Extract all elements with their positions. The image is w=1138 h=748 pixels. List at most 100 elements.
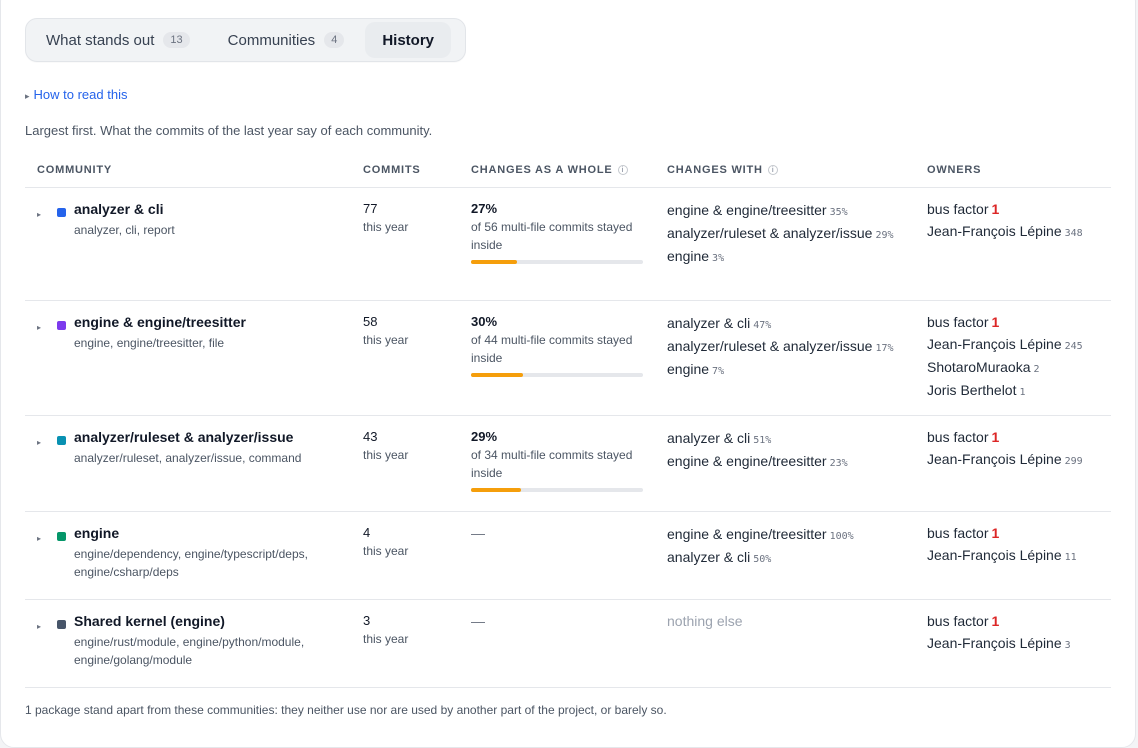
view-tabs: What stands out 13 Communities 4 History — [25, 18, 466, 62]
community-name: analyzer & cli — [74, 200, 164, 217]
coupling-percent: 17% — [875, 342, 894, 354]
community-color-swatch — [57, 435, 66, 445]
coupling-percent: 29% — [875, 229, 894, 241]
coupling-percent: 50% — [753, 553, 772, 565]
tab-label: Communities — [227, 31, 316, 49]
stayed-inside-bar — [471, 259, 643, 264]
owner-entry: Jean-François Lépine 299 — [927, 450, 1083, 467]
table-row[interactable]: ▸ analyzer & cli analyzer, cli, report 7… — [25, 187, 1111, 301]
table-row[interactable]: ▸ analyzer/ruleset & analyzer/issue anal… — [25, 415, 1111, 512]
changes-as-whole-cell: — — [459, 511, 655, 600]
table-row[interactable]: ▸ Shared kernel (engine) engine/rust/mod… — [25, 599, 1111, 688]
commit-period: this year — [363, 332, 409, 347]
commits-cell: 4 this year — [351, 511, 459, 600]
changes-as-whole-cell: 29% of 34 multi-file commits stayed insi… — [459, 415, 655, 512]
stayed-inside-bar — [471, 487, 643, 492]
coupling-percent: 51% — [753, 434, 772, 446]
stayed-inside-bar-fill — [471, 487, 521, 492]
commits-cell: 43 this year — [351, 415, 459, 512]
owner-entry: Jean-François Lépine 11 — [927, 546, 1077, 563]
owner-commit-count: 299 — [1064, 455, 1083, 467]
owner-entry: ShotaroMuraoka 2 — [927, 358, 1040, 375]
isolated-packages-note: 1 package stand apart from these communi… — [25, 703, 667, 717]
bus-factor: bus factor 1 — [927, 200, 1000, 217]
coupling-percent: 7% — [712, 365, 725, 377]
changes-as-whole-cell: 30% of 44 multi-file commits stayed insi… — [459, 300, 655, 416]
tab-count-badge: 4 — [324, 32, 345, 48]
community-color-swatch — [57, 320, 66, 330]
stayed-inside-percent: 30% — [471, 313, 498, 329]
owners-cell: bus factor 1 Jean-François Lépine 11 — [915, 511, 1111, 600]
changes-with-cell: nothing else — [655, 599, 915, 688]
stayed-inside-description: of 44 multi-file commits stayed inside — [471, 332, 633, 365]
commit-count: 3 — [363, 612, 371, 628]
commit-period: this year — [363, 543, 409, 558]
how-to-read-link[interactable]: ▸ How to read this — [25, 87, 127, 102]
owner-commit-count: 1 — [1019, 386, 1026, 398]
disclosure-triangle-icon: ▸ — [25, 91, 30, 101]
owner-commit-count: 245 — [1064, 340, 1083, 352]
owner-commit-count: 2 — [1033, 363, 1040, 375]
tab-count-badge: 13 — [163, 32, 190, 48]
changes-with-cell: engine & engine/treesitter 35% analyzer/ru… — [655, 187, 915, 301]
owners-cell: bus factor 1 Jean-François Lépine 299 — [915, 415, 1111, 512]
tab-what-stands-out[interactable]: What stands out 13 — [29, 22, 207, 58]
expand-row-icon[interactable]: ▸ — [37, 323, 41, 332]
stayed-inside-bar-fill — [471, 259, 518, 264]
column-header-changes-with: CHANGES WITH i — [655, 154, 915, 188]
coupled-community: analyzer & cli 50% — [667, 548, 772, 565]
commits-cell: 77 this year — [351, 187, 459, 301]
changes-with-cell: analyzer & cli 47% analyzer/ruleset & anal… — [655, 300, 915, 416]
stayed-inside-description: of 34 multi-file commits stayed inside — [471, 447, 633, 480]
no-data-dash: — — [471, 612, 485, 629]
changes-with-cell: analyzer & cli 51% engine & engine/treesit… — [655, 415, 915, 512]
community-packages: engine/dependency, engine/typescript/dep… — [74, 546, 308, 579]
how-to-read-label: How to read this — [33, 87, 128, 102]
bus-factor-value: 1 — [991, 200, 1000, 217]
coupled-community: analyzer/ruleset & analyzer/issue 29% — [667, 224, 894, 241]
commits-cell: 58 this year — [351, 300, 459, 416]
commit-period: this year — [363, 631, 409, 646]
commit-count: 4 — [363, 524, 371, 540]
stayed-inside-bar — [471, 372, 643, 377]
coupling-percent: 100% — [829, 530, 854, 542]
stayed-inside-percent: 29% — [471, 428, 498, 444]
community-packages: engine/rust/module, engine/python/module… — [74, 634, 305, 667]
owner-commit-count: 348 — [1064, 227, 1083, 239]
communities-history-table: COMMUNITY COMMITS CHANGES AS A WHOLE i CH… — [25, 154, 1111, 688]
column-header-changes-as-whole: CHANGES AS A WHOLE i — [459, 154, 655, 188]
expand-row-icon[interactable]: ▸ — [37, 622, 41, 631]
changes-as-whole-cell: 27% of 56 multi-file commits stayed insi… — [459, 187, 655, 301]
table-header-row: COMMUNITY COMMITS CHANGES AS A WHOLE i CH… — [25, 154, 1111, 188]
community-packages: analyzer/ruleset, analyzer/issue, comman… — [74, 450, 302, 465]
coupled-community: engine 3% — [667, 247, 725, 264]
community-name: engine — [74, 524, 120, 541]
owner-commit-count: 3 — [1064, 639, 1071, 651]
table-row[interactable]: ▸ engine & engine/treesitter engine, eng… — [25, 300, 1111, 416]
coupled-community: engine & engine/treesitter 100% — [667, 525, 854, 542]
tab-communities[interactable]: Communities 4 — [211, 22, 362, 58]
community-color-swatch — [57, 531, 66, 541]
bus-factor: bus factor 1 — [927, 612, 1000, 629]
column-header-owners: OWNERS — [915, 154, 1111, 188]
coupled-community: engine 7% — [667, 360, 725, 377]
tab-history[interactable]: History — [365, 22, 451, 58]
coupling-percent: 47% — [753, 319, 772, 331]
expand-row-icon[interactable]: ▸ — [37, 534, 41, 543]
owners-cell: bus factor 1 Jean-François Lépine 348 — [915, 187, 1111, 301]
community-cell: ▸ analyzer & cli analyzer, cli, report — [25, 187, 351, 301]
stayed-inside-bar-fill — [471, 372, 523, 377]
expand-row-icon[interactable]: ▸ — [37, 438, 41, 447]
expand-row-icon[interactable]: ▸ — [37, 210, 41, 219]
community-packages: analyzer, cli, report — [74, 222, 175, 237]
commit-period: this year — [363, 447, 409, 462]
coupled-community: analyzer/ruleset & analyzer/issue 17% — [667, 337, 894, 354]
coupled-community: analyzer & cli 47% — [667, 314, 772, 331]
info-icon[interactable]: i — [617, 165, 628, 176]
info-icon[interactable]: i — [767, 165, 778, 176]
commit-count: 77 — [363, 200, 378, 216]
bus-factor: bus factor 1 — [927, 313, 1000, 330]
community-cell: ▸ engine & engine/treesitter engine, eng… — [25, 300, 351, 416]
history-intro-text: Largest first. What the commits of the l… — [25, 123, 433, 138]
table-row[interactable]: ▸ engine engine/dependency, engine/types… — [25, 511, 1111, 600]
